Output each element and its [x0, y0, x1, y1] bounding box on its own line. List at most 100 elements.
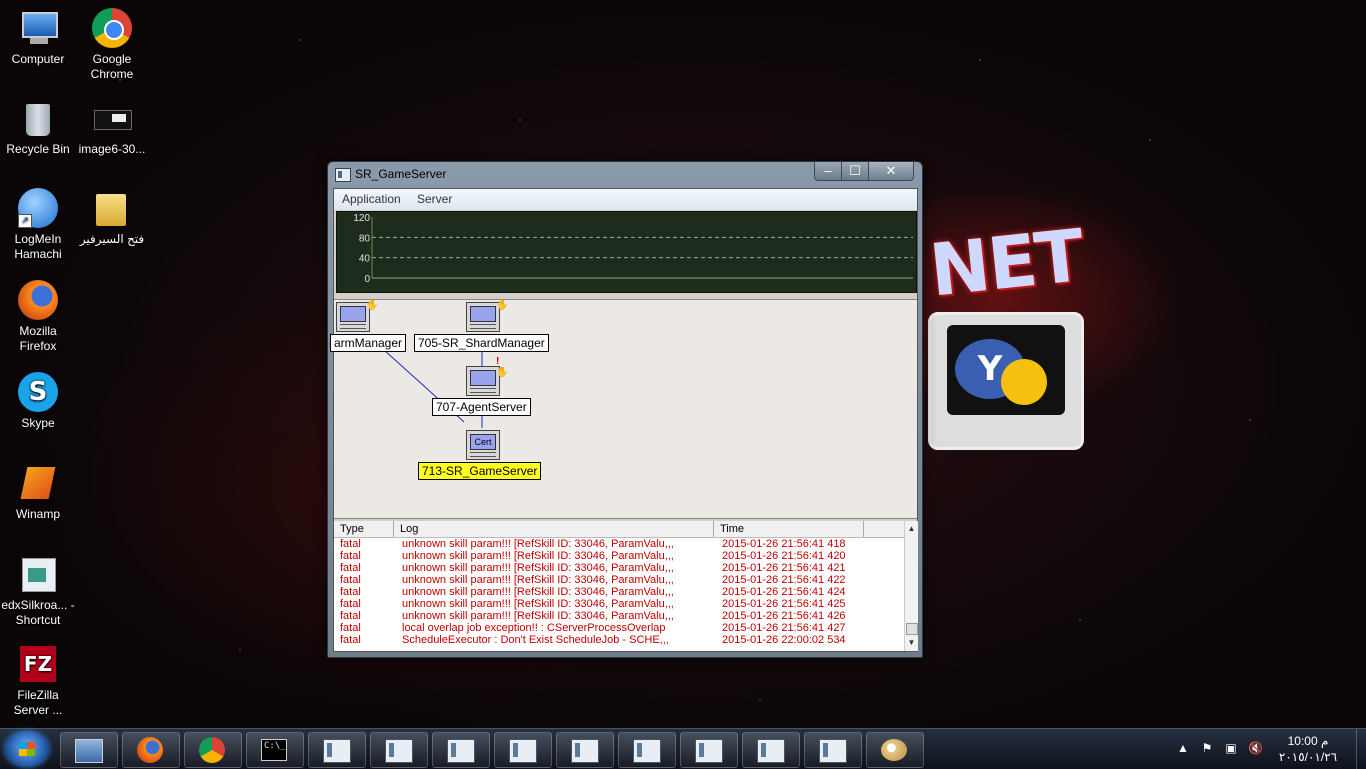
log-row[interactable]: fatal unknown skill param!!! [RefSkill ID… — [334, 538, 904, 550]
taskbar-button[interactable] — [432, 732, 490, 768]
desktop-icon-hamachi[interactable]: ↗ LogMeIn Hamachi — [0, 188, 76, 262]
maximize-button[interactable]: ☐ — [841, 162, 869, 181]
node-label-agentserver[interactable]: 707-AgentServer — [432, 398, 531, 416]
taskbar-button[interactable] — [680, 732, 738, 768]
node-label-gameserver[interactable]: 713-SR_GameServer — [418, 462, 542, 480]
desktop-icon-label: Computer — [11, 52, 65, 66]
tray-overflow-arrow-icon[interactable]: ▲ — [1176, 741, 1190, 755]
log-scrollbar[interactable]: ▲ ▼ — [904, 521, 918, 651]
taskbar-button[interactable] — [184, 732, 242, 768]
chart-ytick-label: 40 — [359, 254, 371, 265]
taskbar-button[interactable] — [618, 732, 676, 768]
server-topology-panel[interactable]: ✋ armManager ✋ 705-SR_ShardManager !✋ 70… — [330, 299, 917, 519]
taskbar-button[interactable] — [60, 732, 118, 768]
taskbar-button[interactable] — [122, 732, 180, 768]
desktop-icon-label: LogMeIn Hamachi — [14, 232, 62, 261]
desktop-icon-winamp[interactable]: Winamp — [0, 463, 76, 522]
show-desktop-button[interactable] — [1356, 729, 1366, 769]
window-client-area: Application Server 120 80 40 0 ✋ armManager… — [330, 188, 918, 652]
desktop-icon-computer[interactable]: Computer — [0, 8, 76, 67]
log-row[interactable]: fatal unknown skill param!!! [RefSkill ID… — [334, 550, 904, 562]
silkroad-shortcut-icon — [18, 554, 58, 594]
performance-chart-svg: 120 80 40 0 — [353, 213, 913, 285]
log-row[interactable]: fatal unknown skill param!!! [RefSkill ID… — [334, 610, 904, 622]
taskbar-button[interactable] — [866, 732, 924, 768]
taskbar-clock[interactable]: 10:00 م ٢٠١٥/٠١/٢٦ — [1268, 733, 1348, 765]
taskbar-button[interactable]: C:\_ — [246, 732, 304, 768]
window-title: SR_GameServer — [355, 167, 447, 181]
start-button[interactable] — [5, 731, 49, 767]
log-cell-log: unknown skill param!!! [RefSkill ID: 330… — [402, 562, 674, 574]
column-header-time[interactable]: Time — [714, 521, 864, 537]
chart-ytick-label: 120 — [353, 213, 370, 224]
topology-links — [383, 349, 483, 428]
close-button[interactable]: ✕ — [868, 162, 914, 181]
server-monitor-icon — [336, 302, 370, 332]
scroll-down-arrow-icon[interactable]: ▼ — [905, 637, 918, 649]
log-row[interactable]: fatal unknown skill param!!! [RefSkill ID… — [334, 574, 904, 586]
desktop-icon-folder[interactable]: فتح السيرفير — [74, 188, 150, 247]
log-cell-log: unknown skill param!!! [RefSkill ID: 330… — [402, 610, 674, 622]
taskbar: C:\_ ▲ ⚑ ▣ 🔇 10:00 م ٢٠١٥/٠١/٢٦ — [0, 728, 1366, 769]
desktop-icon-label: edxSilkroa... - Shortcut — [1, 598, 75, 627]
log-row[interactable]: fatal unknown skill param!!! [RefSkill ID… — [334, 562, 904, 574]
taskbar-button[interactable] — [494, 732, 552, 768]
app-window-icon — [757, 739, 785, 763]
desktop-icon-silkroad-shortcut[interactable]: edxSilkroa... - Shortcut — [0, 554, 76, 628]
taskbar-button[interactable] — [370, 732, 428, 768]
log-table[interactable]: Type Log Time fatal unknown skill param!!… — [334, 521, 918, 651]
log-cell-type: fatal — [340, 610, 361, 622]
desktop-icon-filezilla[interactable]: FileZilla Server ... — [0, 644, 76, 718]
app-window-icon — [819, 739, 847, 763]
column-header-log[interactable]: Log — [394, 521, 714, 537]
desktop-icon-label: فتح السيرفير — [79, 232, 145, 246]
scroll-up-arrow-icon[interactable]: ▲ — [905, 523, 918, 535]
hand-indicator-icon: ✋ — [366, 300, 379, 311]
desktop-icon-label: FileZilla Server ... — [13, 688, 63, 717]
network-icon[interactable]: ▣ — [1224, 741, 1238, 755]
log-row[interactable]: fatal unknown skill param!!! [RefSkill ID… — [334, 586, 904, 598]
desktop-icon-label: Recycle Bin — [6, 142, 70, 156]
menu-application[interactable]: Application — [342, 192, 401, 206]
hamachi-icon: ↗ — [18, 188, 58, 228]
action-center-flag-icon[interactable]: ⚑ — [1200, 741, 1214, 755]
taskbar-button[interactable] — [556, 732, 614, 768]
winamp-icon — [18, 463, 58, 503]
volume-muted-icon[interactable]: 🔇 — [1248, 741, 1263, 755]
window-titlebar[interactable]: SR_GameServer – ☐ ✕ — [328, 162, 922, 186]
desktop-icon-recycle-bin[interactable]: Recycle Bin — [0, 98, 76, 157]
taskbar-button[interactable] — [308, 732, 366, 768]
sr-gameserver-window[interactable]: SR_GameServer – ☐ ✕ Application Server 1… — [327, 161, 923, 658]
column-header-type[interactable]: Type — [334, 521, 394, 537]
log-row[interactable]: fatal unknown skill param!!! [RefSkill ID… — [334, 598, 904, 610]
firefox-icon — [18, 280, 58, 320]
node-label-farmmanager[interactable]: armManager — [330, 334, 407, 352]
menu-server[interactable]: Server — [417, 192, 452, 206]
chrome-icon — [199, 737, 225, 763]
hand-indicator-icon: ✋ — [496, 300, 509, 311]
app-window-icon — [447, 739, 475, 763]
desktop-icon-label: image6-30... — [78, 142, 146, 156]
desktop-icon-chrome[interactable]: Google Chrome — [74, 8, 150, 82]
desktop-icon-image-file[interactable]: image6-30... — [74, 98, 150, 157]
computer-icon — [18, 8, 58, 48]
desktop-icon-skype[interactable]: Skype — [0, 372, 76, 431]
image-file-icon — [92, 98, 132, 138]
desktop-icon-label: Mozilla Firefox — [19, 324, 57, 353]
desktop-icon-firefox[interactable]: Mozilla Firefox — [0, 280, 76, 354]
node-label-shardmanager[interactable]: 705-SR_ShardManager — [414, 334, 549, 352]
log-cell-log: unknown skill param!!! [RefSkill ID: 330… — [402, 598, 674, 610]
performance-chart: 120 80 40 0 — [336, 211, 917, 293]
log-row[interactable]: fatal local overlap job exception!! : CSe… — [334, 622, 904, 634]
scroll-thumb[interactable] — [906, 623, 918, 635]
log-cell-time: 2015-01-26 21:56:41 420 — [722, 550, 846, 562]
taskbar-button[interactable] — [804, 732, 862, 768]
log-row[interactable]: fatal ScheduleExecutor : Don't Exist Sche… — [334, 634, 904, 646]
log-cell-time: 2015-01-26 21:56:41 427 — [722, 622, 846, 634]
app-window-icon — [695, 739, 723, 763]
minimize-button[interactable]: – — [814, 162, 842, 181]
log-rows: fatal unknown skill param!!! [RefSkill ID… — [334, 538, 904, 646]
taskbar-button[interactable] — [742, 732, 800, 768]
alert-hand-icon: !✋ — [496, 356, 509, 378]
log-cell-log: local overlap job exception!! : CServerP… — [402, 622, 666, 634]
